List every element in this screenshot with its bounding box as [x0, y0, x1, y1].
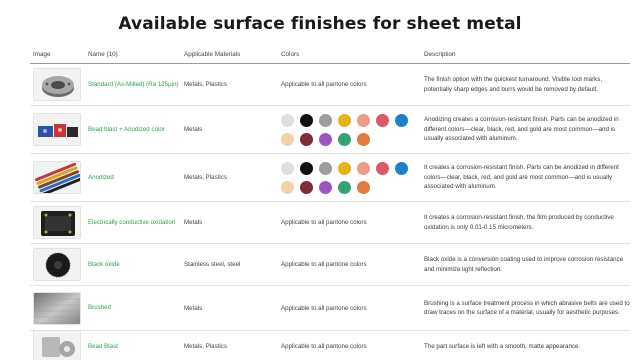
- table-row: Standard (As-Milled) (Ra 125μin) Metals,…: [30, 64, 630, 106]
- materials-cell: Metals, Plastics: [184, 174, 227, 181]
- color-swatch: [338, 132, 351, 146]
- color-swatch: [338, 113, 351, 127]
- thumbnail-image: [33, 248, 81, 281]
- table-row: Black oxide Stainless steel, steel Appli…: [30, 244, 630, 286]
- colors-cell: Applicable to all pantone colors: [281, 81, 367, 88]
- description-cell: The part surface is left with a smooth, …: [424, 342, 581, 350]
- color-swatch: [376, 161, 389, 175]
- finish-name[interactable]: Electrically conductive oxidation: [88, 218, 184, 227]
- description-cell: Anodizing creates a corrosion-resistant …: [424, 116, 619, 143]
- header-materials: Applicable Materials: [184, 51, 241, 58]
- color-swatch: [395, 161, 408, 175]
- color-swatch: [357, 161, 370, 175]
- color-swatch: [319, 132, 332, 146]
- color-swatch: [395, 113, 408, 127]
- colors-cell: Applicable to all pantone colors: [281, 261, 367, 268]
- color-swatch: [357, 132, 370, 146]
- thumbnail-image: [33, 113, 81, 146]
- description-cell: The finish option with the quickest turn…: [424, 76, 603, 93]
- color-swatches: [281, 161, 424, 194]
- color-swatch: [300, 132, 313, 146]
- finish-name[interactable]: Anodized: [88, 173, 184, 182]
- color-swatch: [338, 161, 351, 175]
- thumbnail-image: [33, 330, 81, 360]
- color-swatch: [300, 113, 313, 127]
- materials-cell: Stainless steel, steel: [184, 261, 241, 268]
- materials-cell: Metals, Plastics: [184, 81, 227, 88]
- colors-cell: Applicable to all pantone colors: [281, 304, 367, 312]
- table-row: Brushed Metals Applicable to all pantone…: [30, 286, 630, 331]
- color-swatch: [300, 180, 313, 194]
- table-header: Image Name (10) Applicable Materials Col…: [30, 46, 630, 64]
- color-swatch: [281, 113, 294, 127]
- table-row: Anodized Metals, Plastics It creates a c…: [30, 154, 630, 202]
- description-cell: Black oxide is a conversion coating used…: [424, 256, 624, 273]
- materials-cell: Metals: [184, 219, 203, 226]
- finish-name[interactable]: Standard (As-Milled) (Ra 125μin): [88, 80, 184, 89]
- table-row: Bead blast + Anodized color Metals Anodi…: [30, 106, 630, 154]
- header-colors: Colors: [281, 51, 300, 58]
- color-swatch: [319, 113, 332, 127]
- color-swatch: [357, 180, 370, 194]
- finish-name[interactable]: Bead Blast: [88, 342, 184, 351]
- color-swatch: [300, 161, 313, 175]
- header-name: Name (10): [88, 51, 118, 58]
- thumbnail-image: [33, 68, 81, 101]
- thumbnail-image: [33, 291, 81, 325]
- finish-name[interactable]: Black oxide: [88, 260, 184, 269]
- description-cell: It creates a corrosion-resistant finish,…: [424, 214, 614, 231]
- color-swatch: [319, 180, 332, 194]
- description-cell: Brushing is a surface treatment process …: [424, 299, 630, 316]
- page-title: Available surface finishes for sheet met…: [118, 14, 522, 34]
- color-swatch: [281, 180, 294, 194]
- color-swatch: [376, 113, 389, 127]
- finish-name[interactable]: Bead blast + Anodized color: [88, 125, 184, 134]
- colors-cell: Applicable to all pantone colors: [281, 219, 367, 226]
- materials-cell: Metals: [184, 126, 203, 133]
- color-swatch: [319, 161, 332, 175]
- surface-finishes-table: Image Name (10) Applicable Materials Col…: [30, 46, 630, 360]
- finish-name[interactable]: Brushed: [88, 303, 184, 312]
- color-swatch: [357, 113, 370, 127]
- thumbnail-image: [33, 161, 81, 194]
- header-image: Image: [33, 51, 51, 58]
- table-row: Electrically conductive oxidation Metals…: [30, 202, 630, 244]
- color-swatch: [281, 161, 294, 175]
- header-description: Description: [424, 50, 456, 58]
- table-row: Bead Blast Metals, Plastics Applicable t…: [30, 330, 630, 360]
- materials-cell: Metals, Plastics: [184, 343, 227, 350]
- colors-cell: Applicable to all pantone colors: [281, 343, 367, 350]
- color-swatch: [281, 132, 294, 146]
- color-swatches: [281, 113, 424, 146]
- thumbnail-image: [33, 206, 81, 239]
- description-cell: It creates a corrosion-resistant finish.…: [424, 164, 619, 191]
- materials-cell: Metals: [184, 304, 203, 312]
- color-swatch: [338, 180, 351, 194]
